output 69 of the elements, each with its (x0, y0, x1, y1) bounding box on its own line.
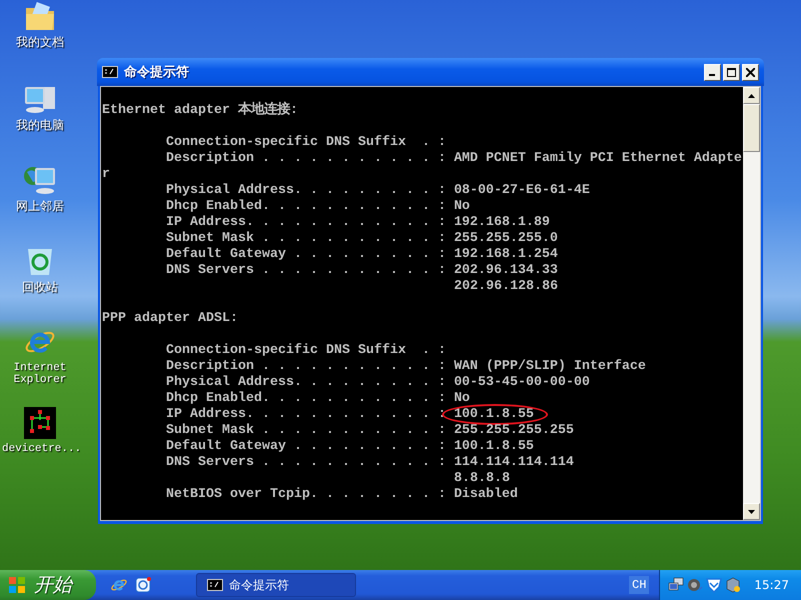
console-field-value: No (454, 199, 470, 214)
console-field-value: 100.1.8.55 (454, 439, 534, 454)
console-field-value: 100.1.8.55 (454, 407, 534, 422)
console-field-label: Default Gateway . . . . . . . . . : (166, 439, 446, 454)
network-computers-icon[interactable] (668, 577, 684, 593)
console-field-value: 255.255.255.0 (454, 231, 558, 246)
console-field-label: Dhcp Enabled. . . . . . . . . . . : (166, 199, 446, 214)
up-arrow-icon (748, 94, 755, 98)
desktop-icon-label[interactable]: 回收站 (2, 281, 78, 293)
console-field-label: Connection-specific DNS Suffix . : (166, 135, 446, 150)
console-icon (207, 579, 223, 591)
console-field-label: DNS Servers . . . . . . . . . . . : (166, 263, 446, 278)
console-field-label: Default Gateway . . . . . . . . . : (166, 247, 446, 262)
console-field-label: IP Address. . . . . . . . . . . . : (166, 215, 446, 230)
down-arrow-icon (748, 510, 755, 514)
console-field-value: 192.168.1.89 (454, 215, 550, 230)
console-field-label: Subnet Mask . . . . . . . . . . . : (166, 423, 446, 438)
tree-diagram-icon[interactable] (24, 407, 56, 439)
console-field-value: AMD PCNET Family PCI Ethernet Adapte (454, 151, 742, 166)
console-field-label: DNS Servers . . . . . . . . . . . : (166, 455, 446, 470)
taskbar-window-button[interactable]: 命令提示符 (196, 573, 356, 597)
console-field-value: 8.8.8.8 (454, 471, 510, 486)
console-field-value: 114.114.114.114 (454, 455, 574, 470)
shield-icon[interactable] (706, 577, 722, 593)
minimize-button[interactable] (704, 64, 721, 80)
desktop-icon-label[interactable]: devicetre... (2, 443, 78, 455)
console-line: Ethernet adapter 本地连接: (102, 103, 298, 118)
console-field-label: Subnet Mask . . . . . . . . . . . : (166, 231, 446, 246)
maximize-button[interactable] (723, 64, 740, 80)
console-field-label: Physical Address. . . . . . . . . : (166, 375, 446, 390)
console-field-label: Physical Address. . . . . . . . . : (166, 183, 446, 198)
speaker-icon[interactable] (687, 577, 704, 593)
console-field-label: Description . . . . . . . . . . . : (166, 359, 446, 374)
console-field-label: IP Address. . . . . . . . . . . . : (166, 407, 446, 422)
console-icon (102, 66, 118, 78)
clock: 15:27 (754, 578, 789, 592)
console-field-value: 202.96.134.33 (454, 263, 558, 278)
console-field-label: Dhcp Enabled. . . . . . . . . . . : (166, 391, 446, 406)
scroll-down-button[interactable] (743, 503, 760, 520)
window-title: 命令提示符 (124, 64, 190, 81)
close-icon (746, 68, 755, 76)
language-indicator[interactable]: CH (629, 576, 650, 594)
console-field-label: Description . . . . . . . . . . . : (166, 151, 446, 166)
console-field-value: 00-53-45-00-00-00 (454, 375, 590, 390)
console-line: PPP adapter ADSL: (102, 311, 238, 326)
console-line: r (102, 167, 110, 182)
scroll-up-button[interactable] (743, 87, 760, 104)
console-field-value: 255.255.255.255 (454, 423, 574, 438)
maximize-icon (727, 68, 736, 76)
console-field-value: 192.168.1.254 (454, 247, 558, 262)
vertical-scrollbar[interactable] (743, 87, 760, 520)
console-field-value: 202.96.128.86 (454, 279, 558, 294)
console-field-label: Connection-specific DNS Suffix . : (166, 343, 446, 358)
network-computer-icon[interactable] (23, 164, 57, 196)
folder-icon[interactable] (24, 2, 56, 32)
console-field-value: 08-00-27-E6-61-4E (454, 183, 590, 198)
desktop-icon-label[interactable]: 我的文档 (2, 36, 78, 48)
console-field-value: Disabled (454, 487, 518, 502)
start-button[interactable]: 开始 (0, 570, 96, 600)
windows-logo-icon (8, 576, 26, 594)
console-field-value: WAN (PPP/SLIP) Interface (454, 359, 646, 374)
mail-icon[interactable] (134, 576, 152, 594)
console-field-value: No (454, 391, 470, 406)
close-button[interactable] (742, 64, 759, 80)
console-field-label: NetBIOS over Tcpip. . . . . . . . : (166, 487, 446, 502)
scroll-thumb[interactable] (743, 104, 760, 152)
desktop-icon-label[interactable]: 网上邻居 (2, 200, 78, 212)
desktop-icon-label[interactable]: 我的电脑 (2, 119, 78, 131)
desktop-icon-label[interactable]: Internet Explorer (2, 362, 78, 386)
